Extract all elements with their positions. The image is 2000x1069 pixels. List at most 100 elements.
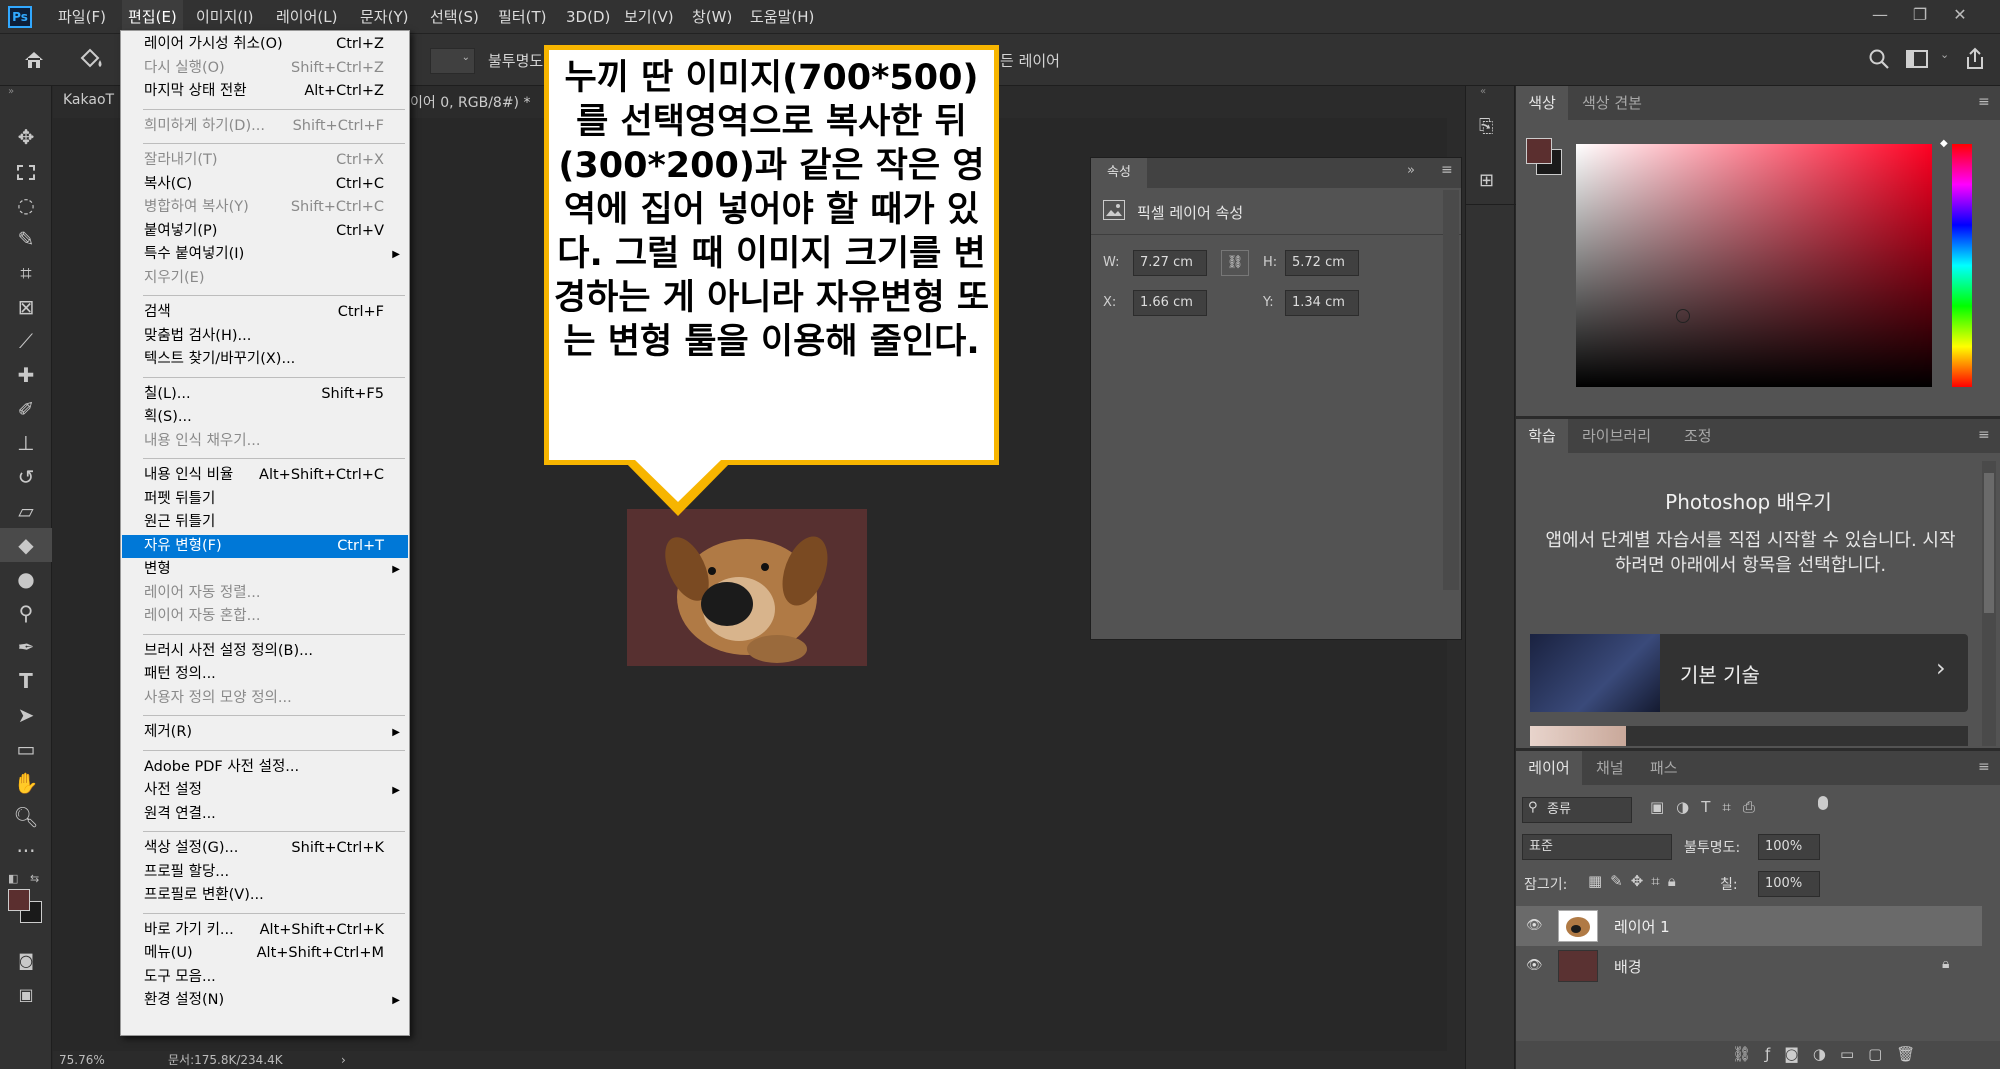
panel-menu-icon[interactable]: ≡	[1978, 759, 1990, 775]
blend-mode-dropdown[interactable]: 표준	[1522, 834, 1672, 860]
mode-dropdown[interactable]: ⌄	[430, 48, 475, 74]
search-icon[interactable]	[1868, 48, 1890, 70]
menu-edit[interactable]: 편집(E)	[122, 0, 183, 34]
collapse-icon[interactable]: »	[1407, 163, 1415, 178]
edit-menu-item[interactable]: 자유 변형(F) Ctrl+T	[122, 534, 408, 558]
edit-menu-item[interactable]: 프로필로 변환(V)...	[122, 884, 408, 907]
layer-action-icons[interactable]: ⛓ƒ◙◑▭▢🗑︎	[1732, 1045, 1929, 1063]
foreground-color-swatch[interactable]	[8, 889, 30, 911]
color-field[interactable]	[1576, 144, 1932, 387]
zoom-tool-icon[interactable]: 🔍︎	[0, 800, 52, 834]
workspace-icon[interactable]	[1906, 49, 1928, 69]
learn-card[interactable]	[1530, 726, 1968, 746]
foreground-color-swatch[interactable]	[1526, 138, 1552, 164]
menu-image[interactable]: 이미지(I)	[190, 0, 260, 34]
tab-channels[interactable]: 채널	[1596, 751, 1624, 785]
marquee-tool-icon[interactable]	[0, 154, 52, 188]
edit-menu-item[interactable]: 맞춤법 검사(H)...	[122, 325, 408, 348]
layer-filter-dropdown[interactable]: 종류	[1522, 797, 1632, 823]
menu-layer[interactable]: 레이어(L)	[270, 0, 343, 34]
edit-menu-item[interactable]: 도구 모음...	[122, 966, 408, 989]
edit-menu-item[interactable]: 칠(L)... Shift+F5	[122, 383, 408, 406]
history-panel-icon[interactable]: ⎘	[1479, 116, 1503, 140]
scrollbar-thumb[interactable]	[1984, 473, 1994, 613]
tab-paths[interactable]: 패스	[1650, 751, 1678, 785]
document-tab[interactable]: KakaoT	[63, 92, 114, 108]
pen-tool-icon[interactable]: ✒	[0, 630, 52, 664]
clone-stamp-tool-icon[interactable]: ⊥	[0, 426, 52, 460]
edit-menu-item[interactable]: 메뉴(U) Alt+Shift+Ctrl+M	[122, 942, 408, 965]
edit-menu-item[interactable]: 텍스트 찾기/바꾸기(X)...	[122, 348, 408, 371]
panel-menu-icon[interactable]: ≡	[1441, 162, 1453, 178]
edit-menu-item[interactable]: 원근 뒤틀기	[122, 511, 408, 534]
lasso-tool-icon[interactable]: ◌	[0, 188, 52, 222]
frame-tool-icon[interactable]: ⊠	[0, 290, 52, 324]
lock-icons[interactable]: ▦✎✥⌗🔒︎	[1588, 872, 1684, 890]
tab-adjustments[interactable]: 조정	[1684, 419, 1712, 453]
link-icon[interactable]: ⛓	[1221, 250, 1249, 276]
layer-row[interactable]: 👁︎ 배경 🔒︎	[1516, 946, 1982, 986]
edit-menu-item[interactable]: 원격 연결...	[122, 803, 408, 826]
edit-menu-item[interactable]: 복사(C) Ctrl+C	[122, 173, 408, 196]
screen-mode-icon[interactable]: ▣	[0, 978, 52, 1012]
crop-tool-icon[interactable]: ⌗	[0, 256, 52, 290]
brush-tool-icon[interactable]: ✐	[0, 392, 52, 426]
menu-3d[interactable]: 3D(D)	[560, 0, 616, 34]
eye-icon[interactable]: 👁︎	[1526, 958, 1543, 973]
edit-menu-item[interactable]: 획(S)...	[122, 406, 408, 429]
edit-menu-item[interactable]: 붙여넣기(P) Ctrl+V	[122, 220, 408, 243]
tab-color[interactable]: 색상	[1516, 86, 1568, 120]
layer-name[interactable]: 배경	[1614, 956, 1642, 977]
collapse-icon[interactable]: »	[8, 86, 14, 97]
edit-menu-item[interactable]: Adobe PDF 사전 설정...	[122, 756, 408, 779]
zoom-level[interactable]: 75.76%	[59, 1051, 105, 1069]
edit-menu-item[interactable]: 제거(R) ▶	[122, 721, 408, 744]
menu-select[interactable]: 선택(S)	[424, 0, 485, 34]
move-tool-icon[interactable]: ✥	[0, 120, 52, 154]
panel-menu-icon[interactable]: ≡	[1978, 94, 1990, 110]
menu-filter[interactable]: 필터(T)	[492, 0, 552, 34]
default-colors-icon[interactable]: ◧	[8, 872, 18, 885]
eye-icon[interactable]: 👁︎	[1526, 918, 1543, 933]
rectangle-tool-icon[interactable]: ▭	[0, 732, 52, 766]
type-tool-icon[interactable]: T	[0, 664, 52, 698]
edit-menu-item[interactable]: 프로필 할당...	[122, 861, 408, 884]
edit-menu-item[interactable]: 특수 붙여넣기(I) ▶	[122, 243, 408, 266]
edit-menu-item[interactable]: 변형 ▶	[122, 558, 408, 581]
chevron-right-icon[interactable]: ›	[341, 1051, 346, 1069]
layer-filter-icons[interactable]: ▣◑T⌗⎙	[1650, 798, 1767, 816]
height-field[interactable]: 5.72 cm	[1285, 250, 1359, 276]
close-button[interactable]: ✕	[1940, 0, 1980, 34]
home-icon[interactable]	[22, 48, 46, 72]
edit-menu-item[interactable]: 검색 Ctrl+F	[122, 301, 408, 324]
history-brush-tool-icon[interactable]: ↺	[0, 460, 52, 494]
paint-bucket-tool-icon[interactable]: ◆	[0, 528, 52, 562]
menu-window[interactable]: 창(W)	[686, 0, 738, 34]
layer-name[interactable]: 레이어 1	[1614, 916, 1670, 937]
healing-brush-tool-icon[interactable]: ✚	[0, 358, 52, 392]
edit-menu-item[interactable]: 마지막 상태 전환 Alt+Ctrl+Z	[122, 80, 408, 103]
blur-tool-icon[interactable]: ●	[0, 562, 52, 596]
menu-help[interactable]: 도움말(H)	[744, 0, 820, 34]
panel-menu-icon[interactable]: ≡	[1978, 427, 1990, 443]
dodge-tool-icon[interactable]: ⚲	[0, 596, 52, 630]
more-tools-icon[interactable]: ···	[0, 834, 52, 868]
edit-menu-item[interactable]: 환경 설정(N) ▶	[122, 989, 408, 1012]
hand-tool-icon[interactable]: ✋	[0, 766, 52, 800]
learn-scrollbar[interactable]	[1982, 461, 1996, 746]
minimize-button[interactable]: —	[1860, 0, 1900, 34]
edit-menu-item[interactable]: 레이어 가시성 취소(O) Ctrl+Z	[122, 33, 408, 56]
fill-field[interactable]: 100%	[1758, 871, 1820, 897]
hue-slider-handle[interactable]: ◆	[1940, 138, 1948, 149]
properties-panel-icon[interactable]: ⊞	[1479, 170, 1503, 194]
x-field[interactable]: 1.66 cm	[1133, 290, 1207, 316]
swap-colors-icon[interactable]: ⇆	[30, 872, 39, 885]
eraser-tool-icon[interactable]: ▱	[0, 494, 52, 528]
document-image[interactable]	[627, 509, 867, 666]
share-icon[interactable]	[1964, 47, 1986, 71]
filter-toggle-icon[interactable]	[1818, 796, 1828, 810]
edit-menu-item[interactable]: 패턴 정의...	[122, 663, 408, 686]
learn-card[interactable]: 기본 기술 ›	[1530, 634, 1968, 712]
color-picker-cursor[interactable]	[1676, 309, 1690, 323]
restore-button[interactable]: ❐	[1900, 0, 1940, 34]
